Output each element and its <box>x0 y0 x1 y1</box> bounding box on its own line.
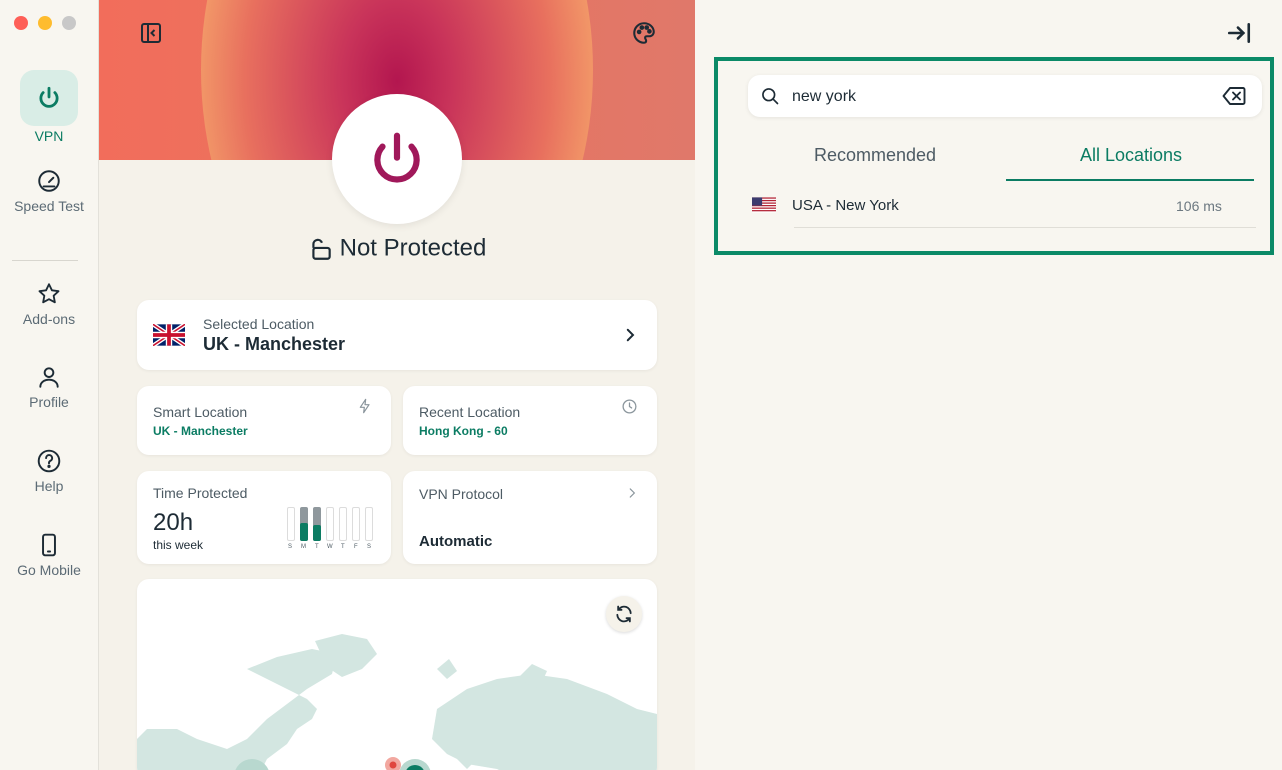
recent-location-card[interactable]: Recent Location Hong Kong - 60 <box>403 386 657 455</box>
tab-label: Recommended <box>813 145 937 165</box>
status-text: Not Protected <box>339 234 487 262</box>
sidebar-item-label: VPN <box>34 128 64 144</box>
zoom-window-button[interactable] <box>62 16 76 30</box>
sidebar-item-go-mobile[interactable]: Go Mobile <box>0 532 98 578</box>
sidebar-item-label: Add-ons <box>22 311 76 327</box>
power-icon <box>374 132 420 183</box>
star-icon <box>38 283 60 304</box>
row-divider <box>794 227 1256 228</box>
tab-all-locations[interactable]: All Locations <box>1006 145 1256 183</box>
theme-palette-button[interactable] <box>629 18 659 48</box>
sidebar-item-profile[interactable]: Profile <box>0 364 98 410</box>
time-protected-value: 20h <box>153 509 194 536</box>
vpn-protocol-label: VPN Protocol <box>419 486 504 502</box>
tab-label: All Locations <box>1079 145 1183 165</box>
location-name: USA - New York <box>792 197 899 214</box>
world-map <box>137 634 657 770</box>
selected-location-card[interactable]: Selected Location UK - Manchester <box>137 300 657 370</box>
backspace-icon <box>1222 87 1246 105</box>
vpn-protocol-card[interactable]: VPN Protocol Automatic <box>403 471 657 564</box>
chevron-right-icon <box>629 488 636 498</box>
refresh-map-button[interactable] <box>606 596 642 632</box>
sidebar-item-label: Profile <box>29 394 69 410</box>
sidebar-item-label: Speed Test <box>14 198 84 214</box>
day-label: T <box>315 544 319 550</box>
collapse-right-icon <box>1227 23 1251 43</box>
latency-value: 106 ms <box>1176 198 1222 214</box>
person-icon <box>39 367 59 388</box>
day-label: F <box>354 544 358 550</box>
time-protected-period: this week <box>153 538 204 552</box>
search-icon <box>762 88 779 105</box>
us-flag-icon <box>752 197 776 213</box>
smart-location-value: UK - Manchester <box>153 424 248 438</box>
day-label: T <box>341 544 345 550</box>
recent-location-value: Hong Kong - 60 <box>419 424 508 438</box>
clock-icon <box>622 399 637 414</box>
location-search-panel: Recommended All Locations USA - New York… <box>714 57 1274 255</box>
search-input[interactable] <box>790 81 1214 113</box>
selected-location-label: Selected Location <box>203 316 315 332</box>
speedometer-icon <box>38 170 60 192</box>
sidebar-item-speed-test[interactable]: Speed Test <box>0 168 98 214</box>
help-icon <box>37 449 61 473</box>
sidebar-item-label: Go Mobile <box>17 562 81 578</box>
sidebar-divider <box>12 260 78 261</box>
collapse-panel-button[interactable] <box>1222 18 1256 48</box>
vpn-protocol-value: Automatic <box>419 533 493 550</box>
main-panel: Not Protected Selected Location UK - Man… <box>99 0 695 770</box>
time-protected-card[interactable]: Time Protected 20h this week S M T W T F… <box>137 471 391 564</box>
minimize-window-button[interactable] <box>38 16 52 30</box>
smart-location-label: Smart Location <box>153 404 248 420</box>
day-label: M <box>301 544 306 550</box>
sidebar-item-vpn[interactable]: VPN <box>0 70 98 144</box>
sidebar: VPN Speed Test Add-ons Profile Help Go M… <box>0 0 99 770</box>
recent-location-label: Recent Location <box>419 404 521 420</box>
day-label: S <box>288 544 293 550</box>
uk-flag-icon <box>153 324 185 346</box>
lightning-icon <box>359 398 370 414</box>
sidebar-item-add-ons[interactable]: Add-ons <box>0 281 98 327</box>
smart-location-card[interactable]: Smart Location UK - Manchester <box>137 386 391 455</box>
connection-status: Not Protected <box>99 234 695 263</box>
unlocked-icon <box>311 238 331 260</box>
sidebar-item-help[interactable]: Help <box>0 448 98 494</box>
chevron-right-icon <box>626 328 635 342</box>
day-label: S <box>367 544 372 550</box>
sidebar-toggle-button[interactable] <box>137 20 165 46</box>
search-box[interactable] <box>748 75 1262 117</box>
sidebar-item-label: Help <box>34 478 64 494</box>
tab-recommended[interactable]: Recommended <box>750 145 1000 183</box>
world-map-card[interactable] <box>137 579 657 770</box>
sidebar-toggle-icon <box>141 23 161 43</box>
connect-button[interactable] <box>332 94 462 224</box>
selected-location-value: UK - Manchester <box>203 334 346 354</box>
palette-icon <box>633 22 655 44</box>
weekly-usage-chart: S M T W T F S <box>287 507 375 551</box>
clear-search-button[interactable] <box>1220 84 1248 108</box>
list-item[interactable]: USA - New York 106 ms <box>746 189 1258 229</box>
time-protected-label: Time Protected <box>153 485 248 501</box>
active-tab-indicator <box>1006 179 1254 181</box>
phone-icon <box>42 533 56 557</box>
close-window-button[interactable] <box>14 16 28 30</box>
power-icon <box>39 86 59 108</box>
day-label: W <box>327 544 333 550</box>
refresh-icon <box>616 605 632 623</box>
